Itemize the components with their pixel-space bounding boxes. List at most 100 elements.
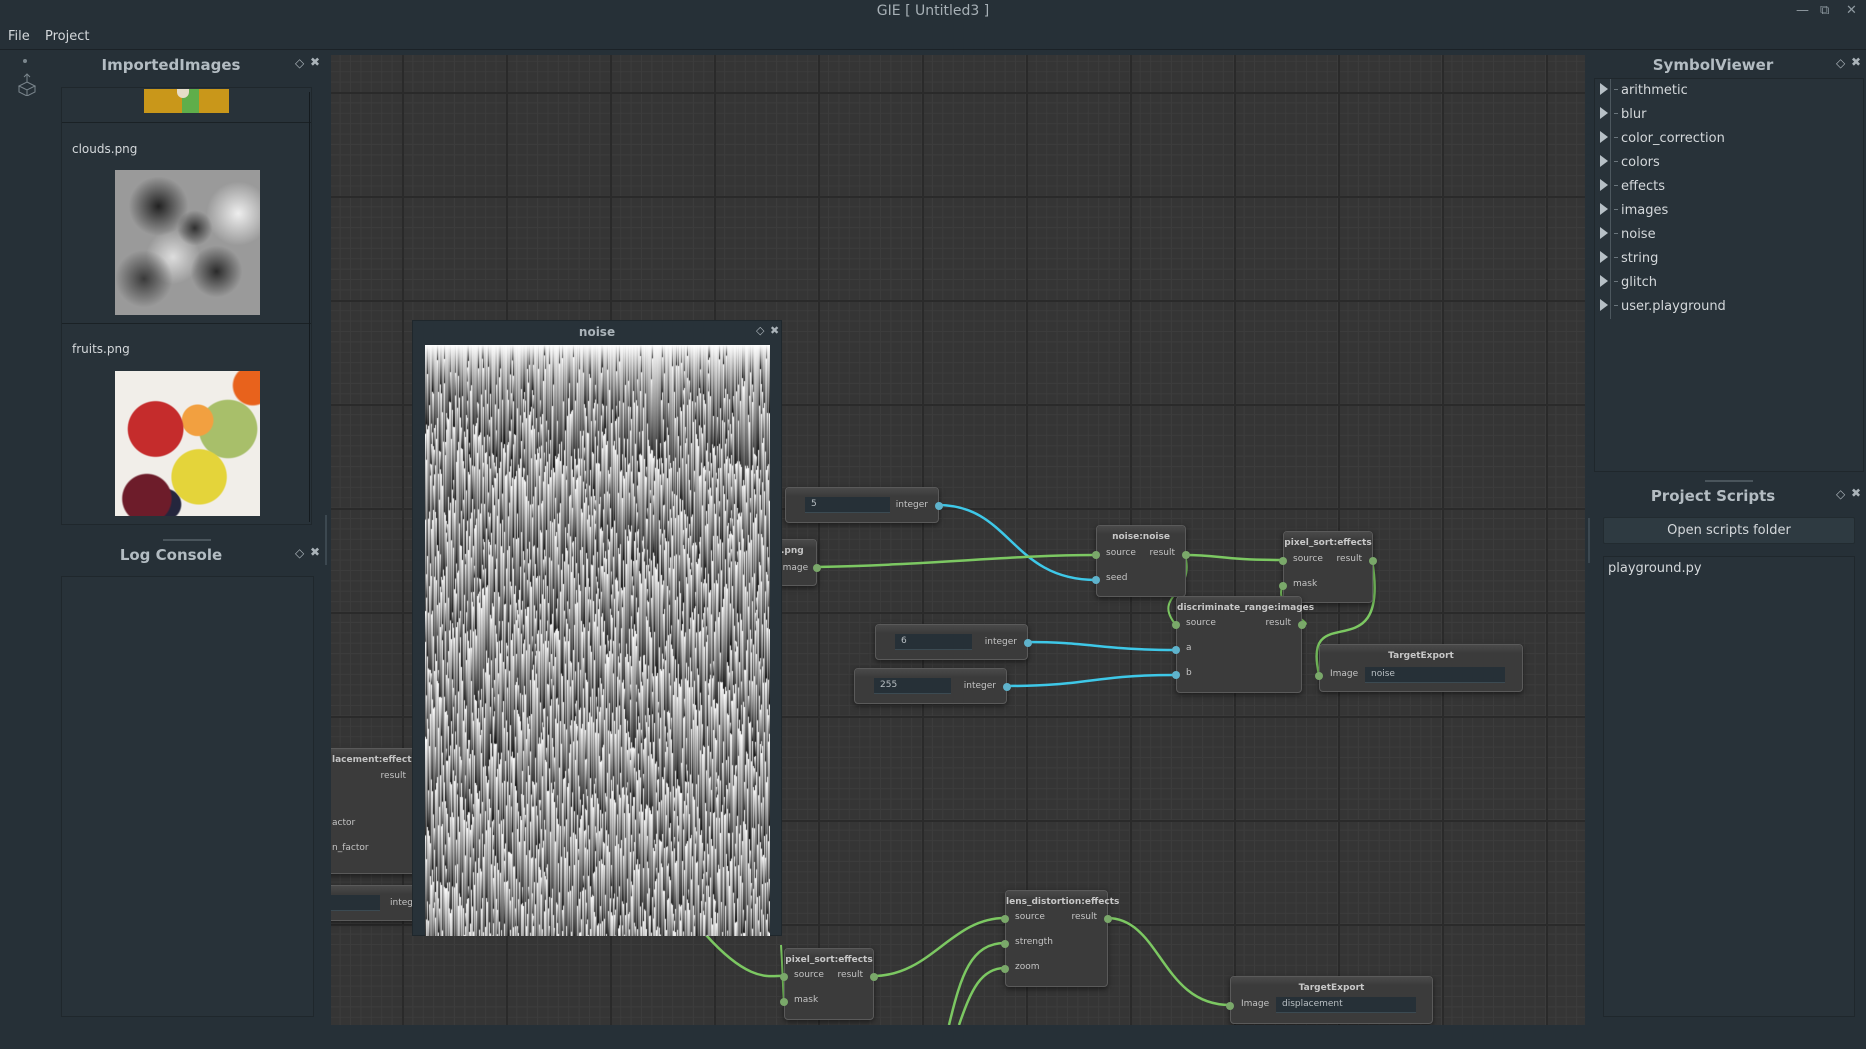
integer-value-input[interactable]: 255 <box>874 678 951 694</box>
expand-arrow-icon[interactable] <box>1600 155 1608 167</box>
splitter-handle[interactable] <box>1705 480 1753 482</box>
splitter-handle[interactable] <box>163 539 211 541</box>
close-icon[interactable]: ✖ <box>310 55 320 69</box>
expand-arrow-icon[interactable] <box>1600 131 1608 143</box>
expand-arrow-icon[interactable] <box>1600 203 1608 215</box>
export-cube-icon[interactable] <box>17 72 37 96</box>
lens-distortion-node[interactable]: lens_distortion:effects source strength … <box>1001 890 1119 987</box>
port-label: result <box>1265 618 1291 628</box>
input-port[interactable] <box>780 998 788 1006</box>
scrollbar[interactable] <box>309 92 310 522</box>
float-icon[interactable]: ◇ <box>1836 56 1845 70</box>
fruits-thumbnail[interactable] <box>115 371 260 516</box>
tree-connector <box>1614 185 1618 186</box>
integer-value-input[interactable]: 5 <box>805 497 890 513</box>
symbol-category[interactable]: blur <box>1600 107 1646 122</box>
output-port[interactable] <box>870 973 878 981</box>
tree-connector <box>1614 161 1618 162</box>
integer-value-input[interactable] <box>331 895 380 911</box>
menu-project[interactable]: Project <box>45 29 89 44</box>
port-label: zoom <box>1015 962 1040 972</box>
export-name-input[interactable]: noise <box>1365 667 1505 683</box>
image-node[interactable]: .png Image <box>779 539 821 586</box>
log-console-output[interactable] <box>61 576 314 1017</box>
float-icon[interactable]: ◇ <box>756 324 764 337</box>
integer-value-input[interactable]: 6 <box>895 634 972 650</box>
menu-file[interactable]: File <box>8 29 30 44</box>
symbol-category[interactable]: effects <box>1600 179 1665 194</box>
target-export-node[interactable]: TargetExport Image noise <box>1315 644 1523 692</box>
output-port[interactable] <box>1182 551 1190 559</box>
scripts-list[interactable]: playground.py <box>1603 556 1855 1017</box>
script-file[interactable]: playground.py <box>1608 561 1702 576</box>
integer-node[interactable]: 255 integer <box>854 668 1011 704</box>
splitter[interactable] <box>325 515 327 565</box>
discriminate-range-node[interactable]: discriminate_range:images source a b res… <box>1172 596 1314 693</box>
symbol-category[interactable]: noise <box>1600 227 1656 242</box>
preview-window[interactable]: noise ◇ ✖ <box>412 320 782 936</box>
output-port[interactable] <box>935 502 943 510</box>
expand-arrow-icon[interactable] <box>1600 275 1608 287</box>
expand-arrow-icon[interactable] <box>1600 83 1608 95</box>
output-port[interactable] <box>1369 557 1377 565</box>
float-icon[interactable]: ◇ <box>295 546 304 560</box>
close-icon[interactable]: ✖ <box>1851 55 1861 69</box>
image-thumb-partial[interactable] <box>144 89 229 113</box>
output-port[interactable] <box>1024 639 1032 647</box>
expand-arrow-icon[interactable] <box>1600 251 1608 263</box>
float-icon[interactable]: ◇ <box>1836 487 1845 501</box>
symbol-category[interactable]: arithmetic <box>1600 83 1688 98</box>
expand-arrow-icon[interactable] <box>1600 179 1608 191</box>
port-label: result <box>380 771 406 781</box>
close-icon[interactable]: ✖ <box>1851 486 1861 500</box>
input-port[interactable] <box>780 973 788 981</box>
minimize-icon[interactable]: — <box>1796 3 1809 18</box>
input-port[interactable] <box>1172 671 1180 679</box>
close-icon[interactable]: ✖ <box>310 545 320 559</box>
expand-arrow-icon[interactable] <box>1600 299 1608 311</box>
tree-connector <box>1614 89 1618 90</box>
input-port[interactable] <box>1279 557 1287 565</box>
export-name-input[interactable]: displacement <box>1276 997 1416 1013</box>
symbol-category[interactable]: string <box>1600 251 1658 266</box>
input-port[interactable] <box>1172 621 1180 629</box>
input-port[interactable] <box>1279 582 1287 590</box>
clouds-thumbnail[interactable] <box>115 170 260 315</box>
symbol-category[interactable]: colors <box>1600 155 1660 170</box>
input-port[interactable] <box>1001 915 1009 923</box>
pixel-sort-node[interactable]: pixel_sort:effects source mask result <box>1279 531 1377 603</box>
close-icon[interactable]: ✖ <box>770 324 779 337</box>
output-port[interactable] <box>1104 915 1112 923</box>
expand-arrow-icon[interactable] <box>1600 227 1608 239</box>
target-export-node[interactable]: TargetExport Image displacement <box>1226 976 1433 1024</box>
input-port[interactable] <box>1226 1002 1234 1010</box>
close-icon[interactable]: ✕ <box>1846 3 1857 18</box>
symbol-category[interactable]: glitch <box>1600 275 1657 290</box>
imported-images-list[interactable]: clouds.png fruits.png <box>61 87 312 525</box>
displacement-node[interactable]: lacement:effects result actor n_factor <box>331 748 417 874</box>
expand-arrow-icon[interactable] <box>1600 107 1608 119</box>
integer-node[interactable]: 5 integer <box>785 487 943 523</box>
float-icon[interactable]: ◇ <box>295 56 304 70</box>
input-port[interactable] <box>1001 965 1009 973</box>
input-port[interactable] <box>1092 576 1100 584</box>
output-port[interactable] <box>1298 621 1306 629</box>
output-port[interactable] <box>813 564 821 572</box>
input-port[interactable] <box>1315 672 1323 680</box>
symbol-category[interactable]: images <box>1600 203 1668 218</box>
integer-node[interactable]: intege <box>331 885 419 921</box>
input-port[interactable] <box>1092 551 1100 559</box>
tree-connector <box>1614 305 1618 306</box>
log-console-title: Log Console <box>119 546 223 564</box>
output-port[interactable] <box>1003 683 1011 691</box>
pixel-sort-node[interactable]: pixel_sort:effects source mask result <box>780 948 878 1020</box>
input-port[interactable] <box>1172 646 1180 654</box>
symbol-category[interactable]: user.playground <box>1600 299 1726 314</box>
noise-node[interactable]: noise:noise source seed result <box>1092 525 1190 597</box>
open-scripts-folder-button[interactable]: Open scripts folder <box>1603 517 1855 544</box>
symbol-category[interactable]: color_correction <box>1600 131 1725 146</box>
restore-icon[interactable]: ⧉ <box>1820 3 1829 18</box>
splitter[interactable] <box>1588 518 1590 563</box>
integer-node[interactable]: 6 integer <box>875 624 1032 660</box>
input-port[interactable] <box>1001 940 1009 948</box>
